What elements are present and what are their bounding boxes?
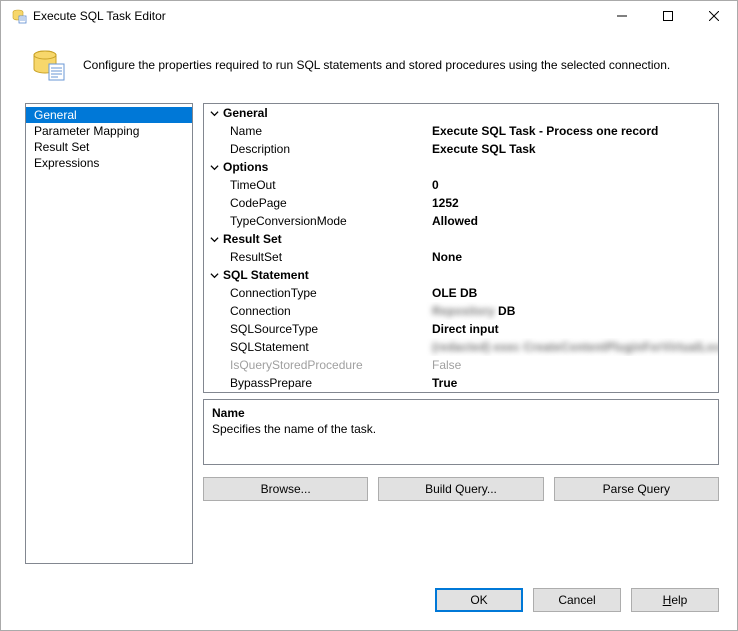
prop-label: Description (204, 140, 426, 158)
prop-row-typeconversionmode[interactable]: TypeConversionMode Allowed (204, 212, 718, 230)
group-label: General (223, 106, 268, 120)
dialog-footer: OK Cancel Help (1, 572, 737, 630)
group-label: Options (223, 160, 268, 174)
prop-row-connectiontype[interactable]: ConnectionType OLE DB (204, 284, 718, 302)
ok-button[interactable]: OK (435, 588, 523, 612)
prop-label: BypassPrepare (204, 374, 426, 392)
prop-value[interactable]: Execute SQL Task - Process one record (426, 122, 718, 140)
prop-row-resultset[interactable]: ResultSet None (204, 248, 718, 266)
build-query-button[interactable]: Build Query... (378, 477, 543, 501)
maximize-button[interactable] (645, 1, 691, 31)
cancel-button[interactable]: Cancel (533, 588, 621, 612)
prop-value[interactable]: 1252 (426, 194, 718, 212)
group-label: SQL Statement (223, 268, 309, 282)
prop-label: Name (204, 122, 426, 140)
prop-value[interactable]: None (426, 248, 718, 266)
parse-query-button[interactable]: Parse Query (554, 477, 719, 501)
category-list[interactable]: General Parameter Mapping Result Set Exp… (25, 103, 193, 564)
window: Execute SQL Task Editor Configure the pr… (0, 0, 738, 631)
prop-row-sqlstatement[interactable]: SQLStatement (redacted) exec CreateConte… (204, 338, 718, 356)
prop-row-connection[interactable]: Connection Repository DB (204, 302, 718, 320)
prop-value[interactable]: Direct input (426, 320, 718, 338)
chevron-down-icon (210, 163, 219, 172)
chevron-down-icon (210, 109, 219, 118)
task-icon (31, 49, 65, 81)
prop-label: SQLStatement (204, 338, 426, 356)
chevron-down-icon (210, 235, 219, 244)
prop-row-description[interactable]: Description Execute SQL Task (204, 140, 718, 158)
close-button[interactable] (691, 1, 737, 31)
nav-item-parameter-mapping[interactable]: Parameter Mapping (26, 123, 192, 139)
prop-label: SQLSourceType (204, 320, 426, 338)
property-description-panel: Name Specifies the name of the task. (203, 399, 719, 465)
header: Configure the properties required to run… (1, 31, 737, 103)
description-body: Specifies the name of the task. (212, 422, 710, 436)
prop-label: ResultSet (204, 248, 426, 266)
prop-row-isquerystoredprocedure: IsQueryStoredProcedure False (204, 356, 718, 374)
prop-label: TypeConversionMode (204, 212, 426, 230)
description-title: Name (212, 406, 710, 420)
nav-item-expressions[interactable]: Expressions (26, 155, 192, 171)
prop-value[interactable]: (redacted) exec CreateContentPluginForVi… (426, 338, 718, 356)
prop-row-timeout[interactable]: TimeOut 0 (204, 176, 718, 194)
nav-item-general[interactable]: General (26, 107, 192, 123)
prop-row-bypassprepare[interactable]: BypassPrepare True (204, 374, 718, 392)
prop-row-sqlsourcetype[interactable]: SQLSourceType Direct input (204, 320, 718, 338)
prop-label: Connection (204, 302, 426, 320)
header-description: Configure the properties required to run… (83, 58, 670, 72)
group-result-set[interactable]: Result Set (204, 230, 718, 248)
app-icon (11, 8, 27, 24)
minimize-button[interactable] (599, 1, 645, 31)
help-button[interactable]: Help (631, 588, 719, 612)
prop-value[interactable]: Repository DB (426, 302, 718, 320)
prop-label: TimeOut (204, 176, 426, 194)
browse-button[interactable]: Browse... (203, 477, 368, 501)
group-options[interactable]: Options (204, 158, 718, 176)
prop-label: ConnectionType (204, 284, 426, 302)
prop-value[interactable]: Execute SQL Task (426, 140, 718, 158)
prop-row-codepage[interactable]: CodePage 1252 (204, 194, 718, 212)
prop-row-name[interactable]: Name Execute SQL Task - Process one reco… (204, 122, 718, 140)
property-grid: General Name Execute SQL Task - Process … (203, 103, 719, 393)
prop-value: False (426, 356, 718, 374)
nav-item-result-set[interactable]: Result Set (26, 139, 192, 155)
chevron-down-icon (210, 271, 219, 280)
group-label: Result Set (223, 232, 282, 246)
prop-value[interactable]: OLE DB (426, 284, 718, 302)
prop-value[interactable]: Allowed (426, 212, 718, 230)
prop-label: IsQueryStoredProcedure (204, 356, 426, 374)
window-title: Execute SQL Task Editor (33, 9, 599, 23)
prop-value[interactable]: True (426, 374, 718, 392)
titlebar: Execute SQL Task Editor (1, 1, 737, 31)
group-sql-statement[interactable]: SQL Statement (204, 266, 718, 284)
prop-value[interactable]: 0 (426, 176, 718, 194)
prop-label: CodePage (204, 194, 426, 212)
group-general[interactable]: General (204, 104, 718, 122)
